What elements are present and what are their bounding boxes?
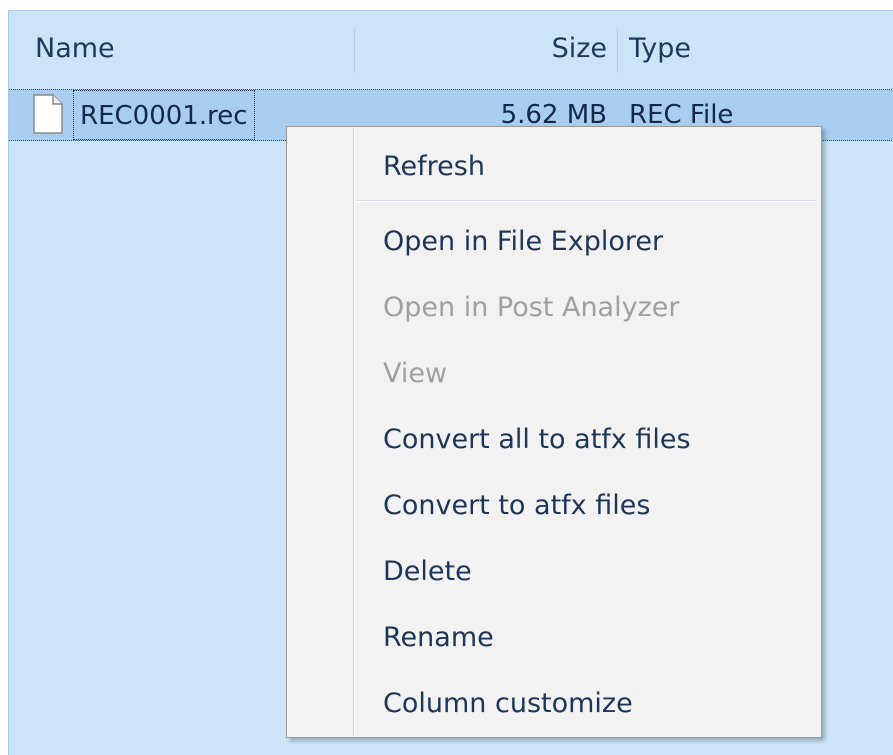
menu-item-rename[interactable]: Rename xyxy=(383,612,494,664)
menu-separator-highlight xyxy=(357,201,817,202)
column-separator[interactable] xyxy=(354,29,355,73)
column-separator[interactable] xyxy=(617,29,618,73)
menu-icon-gutter-highlight xyxy=(354,129,355,735)
context-menu: Refresh Open in File Explorer Open in Po… xyxy=(286,126,822,738)
column-header-size[interactable]: Size xyxy=(357,11,607,87)
menu-item-convert-all-to-atfx[interactable]: Convert all to atfx files xyxy=(383,414,691,466)
menu-item-column-customize[interactable]: Column customize xyxy=(383,678,633,730)
menu-item-open-in-file-explorer[interactable]: Open in File Explorer xyxy=(383,216,663,268)
column-header-name[interactable]: Name xyxy=(35,11,335,87)
file-name-cell[interactable]: REC0001.rec xyxy=(73,90,255,140)
menu-item-view: View xyxy=(383,358,448,389)
file-browser-window: Name Size Type REC0001.rec 5.62 MB REC F… xyxy=(0,0,893,755)
menu-item-refresh[interactable]: Refresh xyxy=(383,141,485,193)
document-icon xyxy=(33,94,63,134)
column-header-type[interactable]: Type xyxy=(629,11,829,87)
menu-item-open-in-post-analyzer: Open in Post Analyzer xyxy=(383,292,680,323)
menu-item-delete[interactable]: Delete xyxy=(383,546,472,598)
column-header-bar: Name Size Type xyxy=(9,11,893,87)
menu-item-convert-to-atfx[interactable]: Convert to atfx files xyxy=(383,480,650,532)
